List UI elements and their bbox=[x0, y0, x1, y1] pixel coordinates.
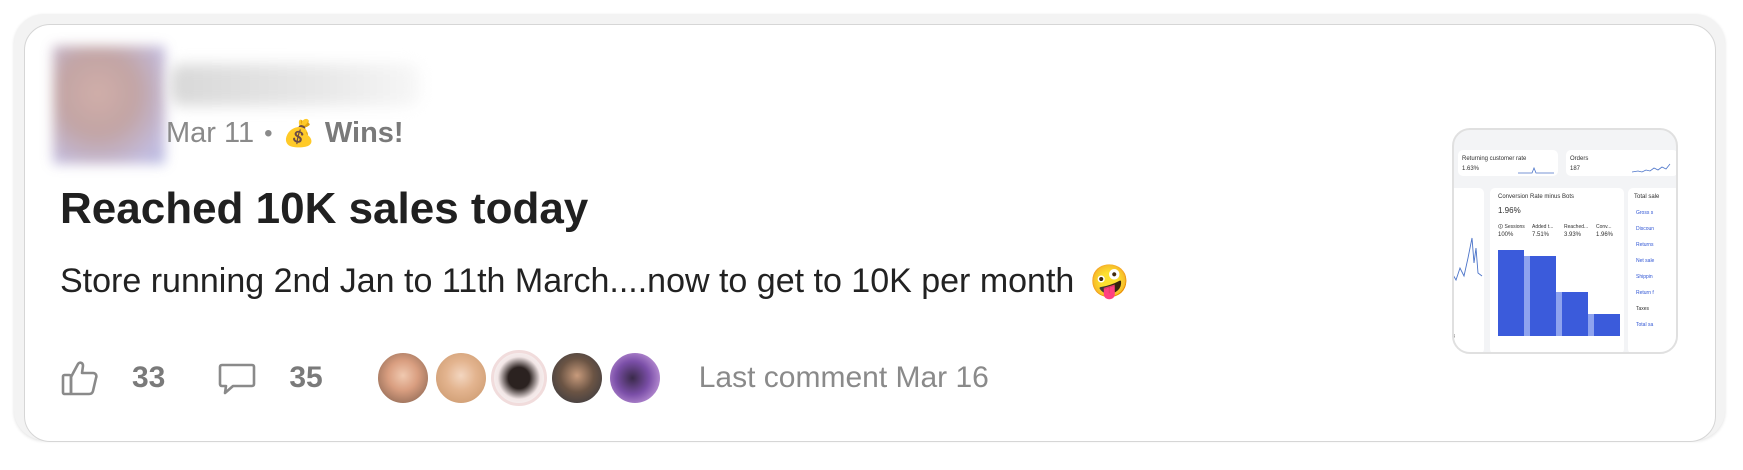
comment-bubble-icon bbox=[217, 358, 257, 398]
axis-tick: 8 bbox=[1452, 334, 1455, 340]
orders-sparkline bbox=[1632, 163, 1671, 173]
author-name-blurred[interactable] bbox=[170, 64, 420, 106]
avatar[interactable] bbox=[432, 350, 489, 406]
avatar[interactable] bbox=[606, 350, 663, 406]
funnel-value-2: 3.93% bbox=[1564, 232, 1582, 238]
funnel-bar-3 bbox=[1594, 314, 1620, 336]
zany-face-icon: 🤪 bbox=[1089, 263, 1130, 299]
sales-link-6: Taxes bbox=[1636, 306, 1650, 312]
total-sales-panel: Total sale Gross s Discoun Returns Net s… bbox=[1628, 188, 1676, 352]
funnel-bar-0 bbox=[1498, 250, 1524, 336]
funnel-value-1: 7.51% bbox=[1532, 232, 1550, 238]
line-chart bbox=[1454, 237, 1483, 282]
funnel-value-3: 1.96% bbox=[1596, 232, 1614, 238]
post-title[interactable]: Reached 10K sales today bbox=[60, 184, 588, 234]
money-bag-icon: 💰 bbox=[282, 118, 315, 148]
funnel-label-2: Reached... bbox=[1564, 224, 1589, 230]
comments-button[interactable]: 35 bbox=[217, 358, 323, 398]
funnel-value-0: 100% bbox=[1498, 232, 1514, 238]
sales-link-5: Return f bbox=[1636, 290, 1654, 296]
conversion-label: Conversion Rate minus Bots bbox=[1498, 194, 1575, 200]
funnel-label-1: Added t... bbox=[1532, 224, 1554, 230]
sales-link-1: Discoun bbox=[1636, 226, 1655, 232]
sales-link-3: Net sale bbox=[1636, 258, 1655, 264]
thumbs-up-icon[interactable] bbox=[60, 358, 100, 398]
funnel-bar-1 bbox=[1530, 256, 1556, 336]
orders-panel: Orders 187 bbox=[1566, 150, 1676, 176]
commenter-avatars[interactable] bbox=[374, 350, 665, 406]
post-body-text: Store running 2nd Jan to 11th March....n… bbox=[60, 262, 1075, 300]
post-meta: Mar 11 • 💰 Wins! bbox=[166, 117, 404, 150]
avatar[interactable] bbox=[548, 350, 605, 406]
sales-link-0: Gross s bbox=[1636, 210, 1654, 216]
post-footer: 33 35 Last comment Mar 16 bbox=[60, 350, 989, 406]
sales-link-7: Total sa bbox=[1636, 322, 1654, 328]
sales-link-2: Returns bbox=[1636, 242, 1654, 248]
orders-value: 187 bbox=[1570, 166, 1581, 172]
returning-rate-value: 1.63% bbox=[1462, 166, 1480, 172]
line-chart-panel: 8 bbox=[1452, 188, 1484, 352]
meta-separator: • bbox=[264, 119, 273, 147]
like-count: 33 bbox=[132, 361, 166, 394]
avatar[interactable] bbox=[490, 350, 547, 406]
post-date: Mar 11 bbox=[166, 117, 255, 149]
post-category[interactable]: Wins! bbox=[325, 117, 404, 150]
returning-rate-panel: Returning customer rate 1.63% bbox=[1458, 150, 1558, 176]
funnel-label-3: Conv... bbox=[1596, 224, 1612, 230]
returning-rate-label: Returning customer rate bbox=[1462, 156, 1527, 162]
avatar[interactable] bbox=[374, 350, 431, 406]
last-comment-date: Last comment Mar 16 bbox=[698, 361, 989, 394]
returning-sparkline bbox=[1518, 166, 1554, 174]
conversion-panel: Conversion Rate minus Bots 1.96% 🛈 Sessi… bbox=[1490, 188, 1624, 352]
sales-link-4: Shippin bbox=[1636, 274, 1653, 280]
comment-count: 35 bbox=[289, 361, 323, 394]
orders-label: Orders bbox=[1570, 156, 1589, 162]
total-sales-label: Total sale bbox=[1634, 194, 1660, 200]
conversion-value: 1.96% bbox=[1498, 206, 1521, 215]
post-image-thumbnail[interactable]: Returning customer rate 1.63% Orders 187… bbox=[1452, 128, 1678, 354]
author-avatar-blurred[interactable] bbox=[53, 46, 165, 164]
funnel-bar-2 bbox=[1562, 292, 1588, 336]
post-body: Store running 2nd Jan to 11th March....n… bbox=[60, 262, 1130, 301]
funnel-label-0: 🛈 Sessions bbox=[1498, 224, 1525, 230]
